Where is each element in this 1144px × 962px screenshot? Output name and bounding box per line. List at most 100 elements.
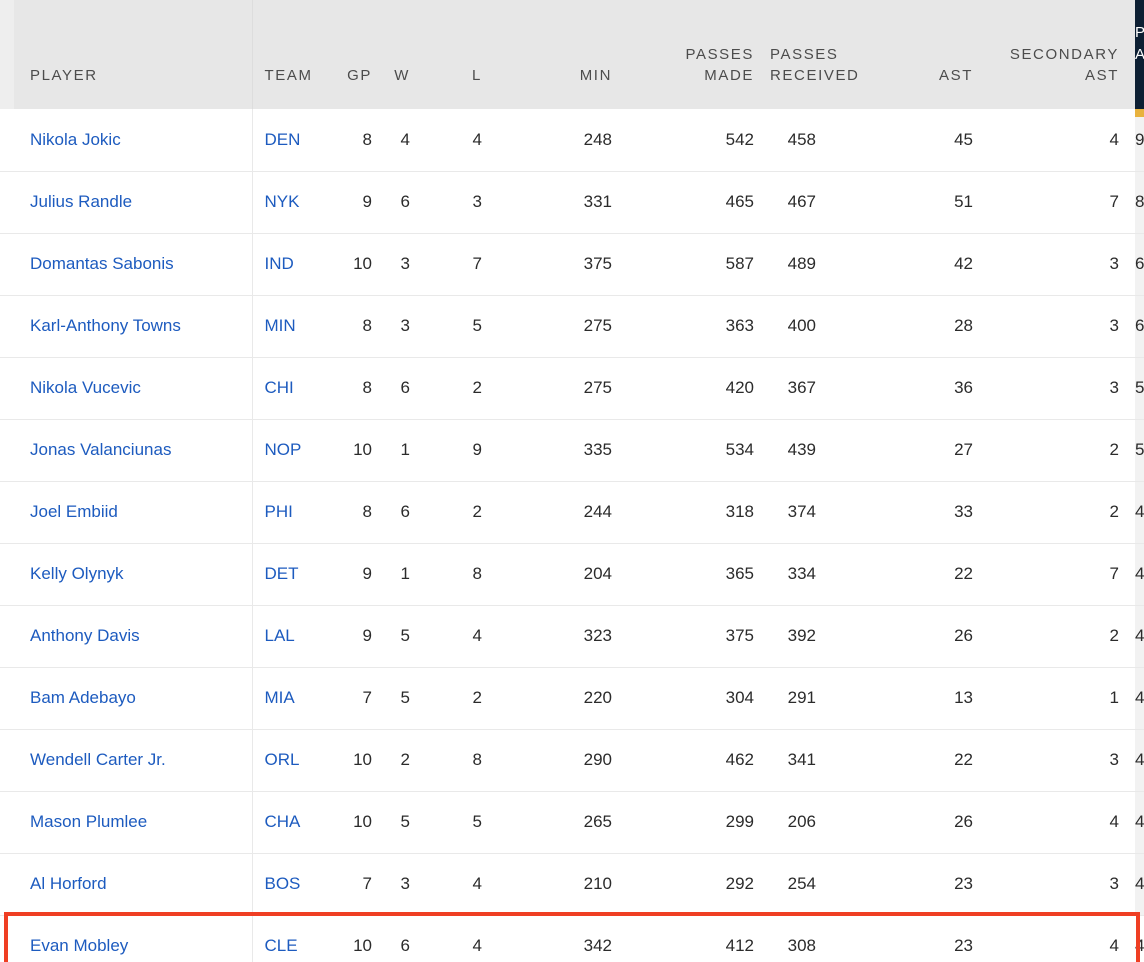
cell-team[interactable]: PHI <box>252 481 340 544</box>
cell-w: 1 <box>388 543 426 606</box>
column-header-player[interactable]: PLAYER <box>14 0 253 109</box>
player-link[interactable]: Mason Plumlee <box>30 812 147 831</box>
cell-player[interactable]: Nikola Jokic <box>14 109 253 172</box>
column-header-potential-ast[interactable]: POTENTIAL AST <box>1135 0 1144 117</box>
cell-team[interactable]: LAL <box>252 605 340 668</box>
cell-team[interactable]: CHI <box>252 357 340 420</box>
cell-player[interactable]: Jonas Valanciunas <box>14 419 253 482</box>
cell-secondary-ast: 2 <box>989 481 1135 544</box>
cell-min: 290 <box>498 729 628 792</box>
cell-potential-ast: 47 <box>1135 605 1144 668</box>
team-link[interactable]: CLE <box>265 936 298 955</box>
table-row[interactable]: Jonas Valanciunas NOP 101933553443927250 <box>0 419 1144 482</box>
cell-ast: 42 <box>832 233 989 296</box>
player-link[interactable]: Nikola Jokic <box>30 130 121 149</box>
table-row[interactable]: Wendell Carter Jr. ORL 102829046234122346 <box>0 729 1144 792</box>
player-link[interactable]: Domantas Sabonis <box>30 254 174 273</box>
cell-player[interactable]: Kelly Olynyk <box>14 543 253 606</box>
table-row[interactable]: Karl-Anthony TownsMIN83527536340028365 <box>0 295 1144 358</box>
table-row[interactable]: Nikola Vucevic CHI 86227542036736357 <box>0 357 1144 420</box>
cell-secondary-ast: 4 <box>989 109 1135 172</box>
cell-team[interactable]: CLE <box>252 915 340 962</box>
table-row[interactable]: Joel EmbiidPHI86224431837433249 <box>0 481 1144 544</box>
cell-passes-made: 587 <box>628 233 770 296</box>
team-link[interactable]: LAL <box>265 626 295 645</box>
table-row[interactable]: Anthony Davis LAL 95432337539226247 <box>0 605 1144 668</box>
player-link[interactable]: Evan Mobley <box>30 936 128 955</box>
table-row[interactable]: Evan MobleyCLE106434241230823443 <box>0 915 1144 962</box>
cell-min: 265 <box>498 791 628 854</box>
row-left-gutter <box>0 481 14 544</box>
column-header-l[interactable]: L <box>426 0 498 109</box>
player-link[interactable]: Bam Adebayo <box>30 688 136 707</box>
table-row[interactable]: Bam Adebayo MIA 75222030429113146 <box>0 667 1144 730</box>
cell-team[interactable]: NYK <box>252 171 340 234</box>
table-row[interactable]: Mason PlumleeCHA105526529920626444 <box>0 791 1144 854</box>
column-header-w[interactable]: W <box>388 0 426 109</box>
cell-player[interactable]: Karl-Anthony Towns <box>14 295 253 358</box>
cell-l: 5 <box>426 295 498 358</box>
table-row[interactable]: Julius Randle NYK 96333146546751786 <box>0 171 1144 234</box>
cell-team[interactable]: IND <box>252 233 340 296</box>
table-row[interactable]: Al HorfordBOS73421029225423343 <box>0 853 1144 916</box>
cell-team[interactable]: NOP <box>252 419 340 482</box>
team-link[interactable]: MIA <box>265 688 295 707</box>
table-row[interactable]: Kelly Olynyk DET 91820436533422749 <box>0 543 1144 606</box>
team-link[interactable]: NOP <box>265 440 302 459</box>
row-left-gutter <box>0 853 14 916</box>
player-link[interactable]: Jonas Valanciunas <box>30 440 171 459</box>
cell-team[interactable]: MIN <box>252 295 340 358</box>
column-header-passes-made[interactable]: PASSES MADE <box>628 0 770 109</box>
player-link[interactable]: Anthony Davis <box>30 626 140 645</box>
row-left-gutter <box>0 419 14 482</box>
cell-secondary-ast: 3 <box>989 853 1135 916</box>
player-link[interactable]: Al Horford <box>30 874 107 893</box>
cell-player[interactable]: Julius Randle <box>14 171 253 234</box>
team-link[interactable]: BOS <box>265 874 301 893</box>
column-header-min[interactable]: MIN <box>498 0 628 109</box>
player-link[interactable]: Joel Embiid <box>30 502 118 521</box>
column-header-gp[interactable]: GP <box>340 0 388 109</box>
cell-player[interactable]: Al Horford <box>14 853 253 916</box>
row-left-gutter <box>0 791 14 854</box>
cell-player[interactable]: Mason Plumlee <box>14 791 253 854</box>
team-link[interactable]: IND <box>265 254 294 273</box>
cell-player[interactable]: Nikola Vucevic <box>14 357 253 420</box>
cell-player[interactable]: Anthony Davis <box>14 605 253 668</box>
team-link[interactable]: DEN <box>265 130 301 149</box>
table-row[interactable]: Domantas SabonisIND103737558748942368 <box>0 233 1144 296</box>
column-header-secondary-ast[interactable]: SECONDARY AST <box>989 0 1135 109</box>
cell-player[interactable]: Wendell Carter Jr. <box>14 729 253 792</box>
team-link[interactable]: NYK <box>265 192 300 211</box>
player-link[interactable]: Wendell Carter Jr. <box>30 750 166 769</box>
team-link[interactable]: DET <box>265 564 299 583</box>
player-link[interactable]: Julius Randle <box>30 192 132 211</box>
column-header-passes-received[interactable]: PASSES RECEIVED <box>770 0 858 109</box>
cell-team[interactable]: DET <box>252 543 340 606</box>
team-link[interactable]: CHI <box>265 378 294 397</box>
cell-player[interactable]: Evan Mobley <box>14 915 253 962</box>
cell-team[interactable]: ORL <box>252 729 340 792</box>
cell-team[interactable]: DEN <box>252 109 340 172</box>
team-link[interactable]: CHA <box>265 812 301 831</box>
player-link[interactable]: Karl-Anthony Towns <box>30 316 181 335</box>
cell-player[interactable]: Bam Adebayo <box>14 667 253 730</box>
cell-player[interactable]: Joel Embiid <box>14 481 253 544</box>
table-row[interactable]: Nikola JokicDEN84424854245845490 <box>0 109 1144 172</box>
team-link[interactable]: ORL <box>265 750 300 769</box>
player-link[interactable]: Kelly Olynyk <box>30 564 124 583</box>
player-link[interactable]: Nikola Vucevic <box>30 378 141 397</box>
row-left-gutter <box>0 667 14 730</box>
cell-team[interactable]: BOS <box>252 853 340 916</box>
team-link[interactable]: MIN <box>265 316 296 335</box>
column-header-ast[interactable]: AST <box>832 0 989 109</box>
cell-team[interactable]: CHA <box>252 791 340 854</box>
cell-passes-made: 375 <box>628 605 770 668</box>
cell-player[interactable]: Domantas Sabonis <box>14 233 253 296</box>
cell-passes-made: 318 <box>628 481 770 544</box>
column-header-team[interactable]: TEAM <box>252 0 340 109</box>
cell-secondary-ast: 2 <box>989 419 1135 482</box>
cell-team[interactable]: MIA <box>252 667 340 730</box>
row-left-gutter <box>0 233 14 296</box>
team-link[interactable]: PHI <box>265 502 293 521</box>
